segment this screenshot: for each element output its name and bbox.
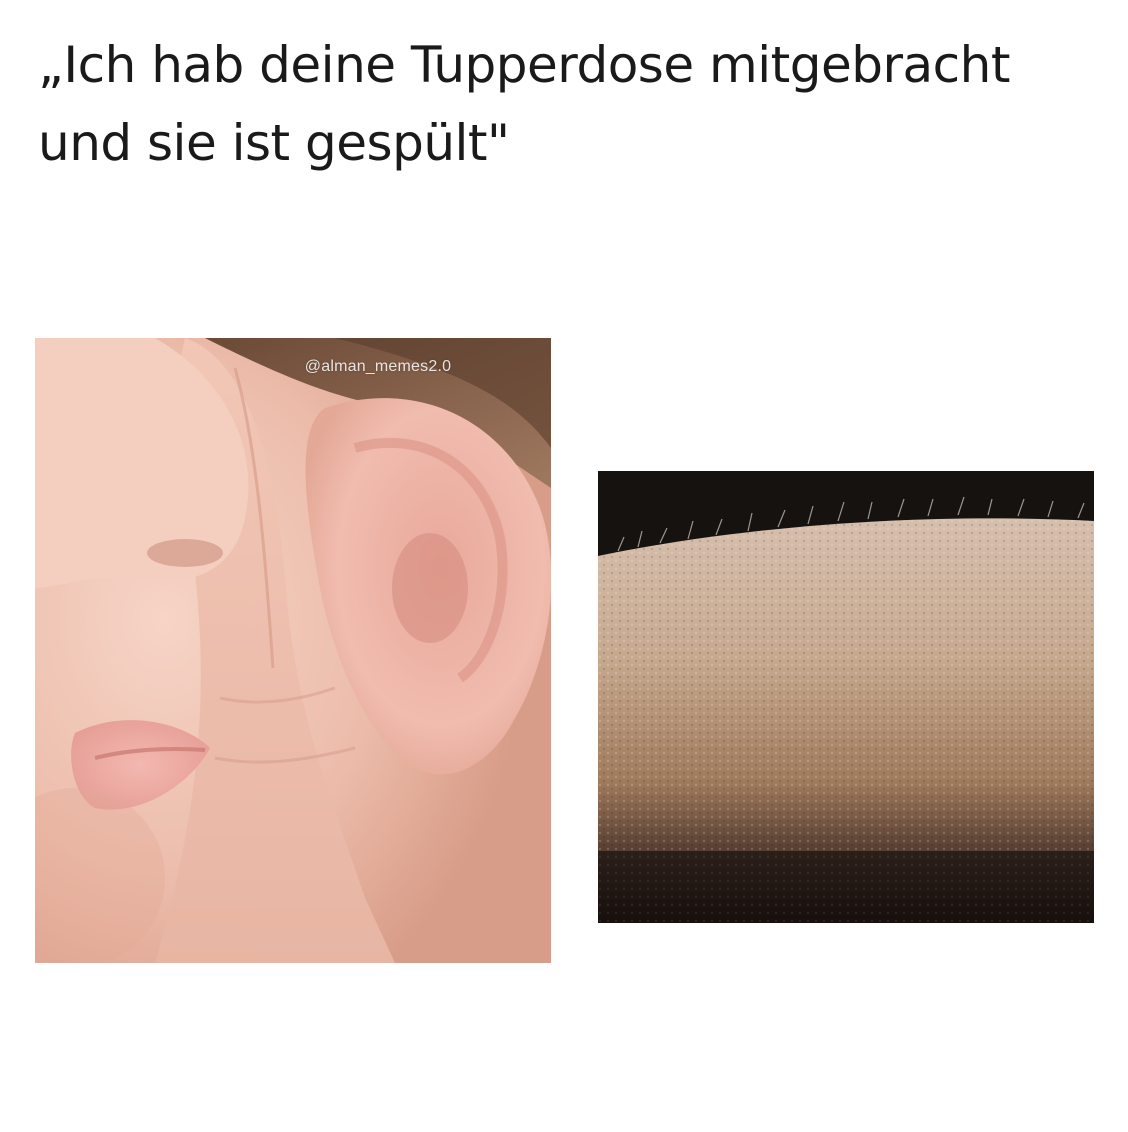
whisper-ear-photo-icon [35, 338, 551, 963]
caption-line-2: und sie ist gespült" [38, 114, 510, 172]
watermark: @alman_memes2.0 [304, 358, 452, 375]
caption-line-1: „Ich hab deine Tupperdose mitgebracht [38, 36, 1010, 94]
whisper-ear-image: @alman_memes2.0 [35, 338, 551, 963]
goosebumps-arm-photo-icon [598, 471, 1094, 923]
meme-caption: „Ich hab deine Tupperdose mitgebracht un… [38, 26, 1098, 182]
goosebumps-arm-image [598, 471, 1094, 923]
